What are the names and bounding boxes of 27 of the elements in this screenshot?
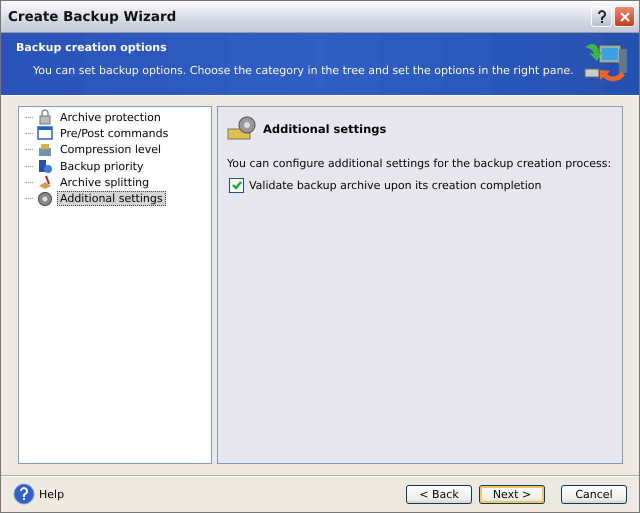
- lock-icon: [37, 109, 53, 126]
- help-link[interactable]: Help: [13, 483, 64, 505]
- checkbox-label: Validate backup archive upon its creation completion: [249, 179, 542, 192]
- tree-item[interactable]: Archive protection: [57, 110, 164, 125]
- dialog-button[interactable]: < Back: [406, 484, 472, 504]
- tree-item[interactable]: Archive splitting: [57, 174, 152, 190]
- help-icon: [13, 483, 35, 505]
- priority-icon: [37, 158, 53, 174]
- checkbox[interactable]: [229, 178, 244, 193]
- archive-icon: [37, 142, 53, 158]
- pane-title: Additional settings: [263, 122, 386, 136]
- help-button[interactable]: [591, 6, 612, 27]
- window-icon: [37, 125, 53, 142]
- header-title: Backup creation options: [16, 41, 168, 54]
- dialog-button[interactable]: Next >: [479, 484, 545, 504]
- close-button[interactable]: [614, 6, 635, 27]
- tree-item[interactable]: Compression level: [57, 142, 164, 158]
- window-title: Create Backup Wizard: [8, 8, 178, 24]
- tree-item[interactable]: Pre/Post commands: [57, 126, 172, 141]
- question-mark-icon: [596, 10, 606, 24]
- tree-item[interactable]: Additional settings: [57, 191, 166, 206]
- split-icon: [37, 174, 53, 190]
- pane-description: You can configure additional settings for the backup creation process:: [227, 157, 612, 170]
- tree-item[interactable]: Backup priority: [57, 158, 147, 174]
- dialog-button[interactable]: Cancel: [561, 484, 627, 504]
- close-icon: [618, 10, 630, 22]
- header-description: You can set backup options. Choose the category in the tree and set the options in the right pane.: [33, 64, 575, 77]
